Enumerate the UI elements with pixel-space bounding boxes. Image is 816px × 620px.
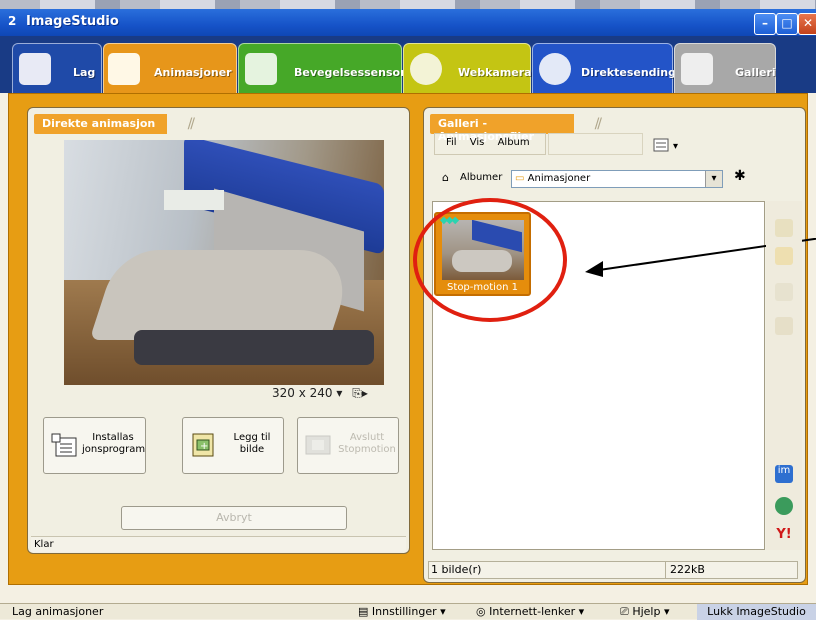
gallery-status-bar: 1 bilde(r) 222kB xyxy=(428,561,798,579)
tab-animasjoner[interactable]: Animasjoner xyxy=(103,43,237,93)
tab-direktesending[interactable]: Direktesending xyxy=(532,43,677,93)
settings-label: Innstillinger xyxy=(371,605,437,618)
help-icon: ⎚ xyxy=(620,605,629,618)
film-icon xyxy=(19,53,51,85)
camera-preview xyxy=(64,140,384,385)
install-program-button[interactable]: Installas jonsprogram xyxy=(43,417,146,474)
eye-icon xyxy=(245,53,277,85)
desktop-strip xyxy=(0,0,816,9)
view-mode-button[interactable]: ▾ xyxy=(651,136,685,154)
internet-links-button[interactable]: ◎ Internett-lenker ▾ xyxy=(476,604,584,620)
tab-label: Lag xyxy=(73,66,96,79)
status-text: Klar xyxy=(31,536,406,552)
camera-settings-icon[interactable]: ⎘▸ xyxy=(352,386,368,400)
folder-icon: ▭ xyxy=(515,173,525,184)
details-view-icon: ▾ xyxy=(653,138,678,152)
cancel-button[interactable]: Avbryt xyxy=(121,506,347,530)
settings-icon: ▤ xyxy=(358,605,369,618)
menu-vis[interactable]: Vis xyxy=(470,137,485,148)
stopmotion-icon xyxy=(304,432,332,458)
end-stopmotion-label: Avslutt Stopmotion xyxy=(338,432,396,455)
tab-label: Bevegelsessensor xyxy=(294,66,406,79)
svg-text:▾: ▾ xyxy=(673,141,678,152)
add-image-label: Legg til bilde xyxy=(233,432,271,455)
tab-label: Direktesending xyxy=(581,66,677,79)
panel-title: Direkte animasjon xyxy=(34,114,193,134)
maximize-button[interactable]: □ xyxy=(776,13,798,35)
close-imagestudio-button[interactable]: Lukk ImageStudio xyxy=(697,604,816,620)
total-size: 222kB xyxy=(665,562,705,578)
menu-album[interactable]: Album xyxy=(498,137,530,148)
album-options-icon[interactable]: ✱ xyxy=(734,168,746,184)
toolbar-spacer xyxy=(548,133,643,155)
add-image-button[interactable]: + Legg til bilde xyxy=(182,417,284,474)
menu-fil[interactable]: Fil xyxy=(446,137,457,148)
tab-galleri[interactable]: Galleri xyxy=(674,43,776,93)
tab-lag[interactable]: Lag xyxy=(12,43,102,93)
globe-icon: ◎ xyxy=(476,605,486,618)
album-label: Albumer xyxy=(460,172,503,183)
resolution-select[interactable]: 320 x 240 ▾ ⎘▸ xyxy=(272,386,368,401)
chevron-down-icon[interactable]: ▾ xyxy=(705,171,722,187)
slideshow-icon[interactable] xyxy=(775,283,793,301)
annotation-circle xyxy=(413,198,567,322)
gallery-icon xyxy=(681,53,713,85)
album-select[interactable]: ▭ Animasjoner ▾ xyxy=(511,170,723,188)
yahoo-icon[interactable]: Y! xyxy=(775,527,793,545)
animation-icon xyxy=(108,53,140,85)
close-button[interactable]: ✕ xyxy=(798,13,816,35)
tab-webkamera[interactable]: Webkamera xyxy=(403,43,532,93)
album-value: Animasjoner xyxy=(527,173,591,184)
side-toolbar: im Y! xyxy=(766,201,802,550)
resolution-value: 320 x 240 xyxy=(272,386,333,400)
end-stopmotion-button[interactable]: Avslutt Stopmotion xyxy=(297,417,399,474)
menu-bar: Fil Vis Album xyxy=(434,133,546,155)
window-title: ImageStudio xyxy=(26,14,119,29)
broadcast-icon xyxy=(539,53,571,85)
print-icon[interactable] xyxy=(775,219,793,237)
tab-bar: Lag Animasjoner Bevegelsessensor Webkame… xyxy=(0,36,816,93)
im-icon[interactable]: im xyxy=(775,465,793,483)
app-icon: 2 xyxy=(8,14,17,28)
title-bar[interactable]: 2 ImageStudio – □ ✕ xyxy=(0,9,816,36)
messenger-icon[interactable] xyxy=(775,497,793,515)
install-label: Installas jonsprogram xyxy=(82,432,146,455)
album-icon: ⌂ xyxy=(442,171,449,184)
minimize-button[interactable]: – xyxy=(754,13,776,35)
image-count: 1 bilde(r) xyxy=(431,563,482,576)
tab-label: Animasjoner xyxy=(154,66,232,79)
bottom-bar: Lag animasjoner ▤ Innstillinger ▾ ◎ Inte… xyxy=(0,603,816,620)
tab-label: Galleri xyxy=(735,66,776,79)
edit-icon[interactable] xyxy=(775,247,793,265)
internet-links-label: Internett-lenker xyxy=(489,605,576,618)
install-icon xyxy=(50,432,78,458)
panel-title: Galleri - Animasjonsfiler xyxy=(430,114,600,143)
share-icon[interactable] xyxy=(775,317,793,335)
tab-label: Webkamera xyxy=(458,66,532,79)
webcam-icon xyxy=(410,53,442,85)
svg-text:+: + xyxy=(200,441,208,452)
chevron-down-icon: ▾ xyxy=(336,386,343,400)
help-button[interactable]: ⎚ Hjelp ▾ xyxy=(620,604,669,620)
bottom-status: Lag animasjoner xyxy=(12,605,104,618)
tab-bevegelsessensor[interactable]: Bevegelsessensor xyxy=(238,43,406,93)
settings-button[interactable]: ▤ Innstillinger ▾ xyxy=(358,604,446,620)
add-image-icon: + xyxy=(189,432,217,458)
help-label: Hjelp xyxy=(632,605,661,618)
